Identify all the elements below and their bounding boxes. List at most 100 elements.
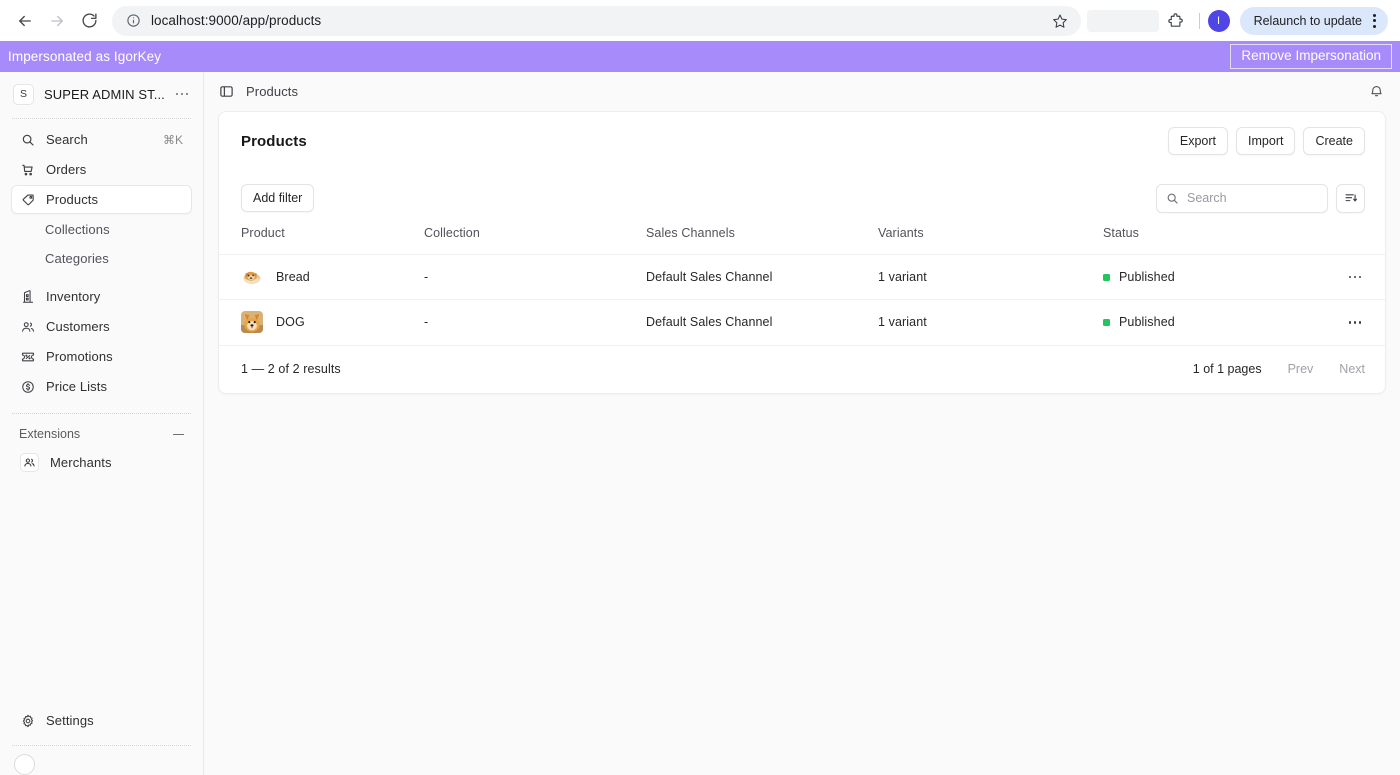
search-icon	[20, 132, 35, 147]
status-badge-dot	[1103, 318, 1110, 326]
sidebar-item-orders[interactable]: Orders	[11, 155, 192, 184]
row-menu-icon[interactable]	[1325, 321, 1385, 324]
sidebar-item-collections[interactable]: Collections	[11, 215, 192, 243]
bell-icon[interactable]	[1368, 84, 1384, 100]
sidebar-item-promotions[interactable]: Promotions	[11, 342, 192, 371]
cell-collection: -	[424, 254, 646, 300]
column-header-actions	[1325, 226, 1385, 255]
table-header-row: Product Collection Sales Channels Varian…	[219, 226, 1385, 255]
sidebar-item-label: Merchants	[50, 455, 112, 470]
sidebar: S SUPER ADMIN ST... Search ⌘K Orders Pro…	[0, 72, 204, 775]
store-switcher[interactable]: S SUPER ADMIN ST...	[11, 75, 192, 113]
cell-product: DOG	[219, 299, 424, 345]
row-menu-icon[interactable]	[1325, 275, 1385, 279]
search-shortcut: ⌘K	[162, 132, 183, 147]
relaunch-to-update-button[interactable]: Relaunch to update	[1239, 6, 1388, 35]
cell-product: Bread	[219, 254, 424, 300]
status-label: Published	[1119, 270, 1175, 284]
toolbar-divider	[1198, 12, 1200, 29]
users-icon	[20, 319, 35, 334]
sidebar-item-inventory[interactable]: Inventory	[11, 282, 192, 311]
address-bar[interactable]: localhost:9000/app/products	[112, 5, 1081, 36]
puzzle-icon[interactable]	[1161, 6, 1191, 36]
info-circle-icon[interactable]	[124, 12, 142, 30]
page-count: 1 of 1 pages	[1192, 362, 1262, 376]
pagination: 1 of 1 pages Prev Next	[1193, 362, 1365, 376]
import-button[interactable]: Import	[1236, 127, 1296, 155]
sidebar-item-customers[interactable]: Customers	[11, 312, 192, 341]
sidebar-item-label: Inventory	[46, 289, 101, 304]
cell-variants: 1 variant	[878, 299, 1103, 345]
table-toolbar: Add filter	[219, 170, 1385, 226]
table-row[interactable]: Bread - Default Sales Channel 1 variant …	[219, 254, 1385, 300]
sidebar-item-price-lists[interactable]: Price Lists	[11, 372, 192, 401]
cell-sales-channels: Default Sales Channel	[646, 299, 878, 345]
cell-collection: -	[424, 299, 646, 345]
status-badge-dot	[1103, 273, 1110, 281]
browser-toolbar: localhost:9000/app/products I Relaunch t…	[0, 0, 1400, 41]
table-body: Bread - Default Sales Channel 1 variant …	[219, 254, 1385, 345]
star-icon[interactable]	[1051, 12, 1069, 30]
sort-descending-icon[interactable]	[1336, 183, 1365, 213]
table-footer: 1 — 2 of 2 results 1 of 1 pages Prev Nex…	[219, 344, 1385, 393]
cell-sales-channels: Default Sales Channel	[646, 254, 878, 300]
reload-button[interactable]	[74, 6, 104, 36]
cell-status: Published	[1103, 254, 1325, 300]
search-input[interactable]	[1187, 191, 1318, 205]
app-shell: S SUPER ADMIN ST... Search ⌘K Orders Pro…	[0, 72, 1400, 775]
sidebar-toggle-icon[interactable]	[218, 84, 234, 100]
sidebar-item-settings[interactable]: Settings	[11, 706, 192, 735]
card-header: Products Export Import Create	[219, 112, 1385, 170]
sidebar-item-categories[interactable]: Categories	[11, 244, 192, 272]
create-button[interactable]: Create	[1303, 127, 1365, 155]
extensions-label: Extensions	[19, 427, 81, 441]
breadcrumb[interactable]: Products	[246, 84, 298, 99]
merchants-icon	[20, 453, 39, 472]
main-area: Products Products Export Import Create A…	[204, 72, 1400, 775]
sidebar-divider-bottom	[12, 745, 191, 746]
sidebar-item-label: Products	[46, 192, 99, 207]
table-header: Product Collection Sales Channels Varian…	[219, 226, 1385, 255]
content-region: Products Export Import Create Add filter	[204, 111, 1400, 394]
browser-actions: I Relaunch to update	[1086, 6, 1390, 36]
tag-icon	[20, 192, 35, 207]
blank-toolbar-slot	[1086, 9, 1159, 32]
search-icon	[1166, 192, 1179, 205]
search-field[interactable]	[1156, 183, 1328, 213]
address-bar-url: localhost:9000/app/products	[151, 13, 322, 28]
sidebar-item-label: Price Lists	[46, 379, 108, 394]
sidebar-item-merchants[interactable]: Merchants	[11, 448, 192, 477]
sidebar-item-label: Search	[46, 132, 88, 147]
prev-page-button[interactable]: Prev	[1288, 362, 1314, 376]
back-button[interactable]	[10, 6, 40, 36]
add-filter-button[interactable]: Add filter	[241, 184, 315, 212]
store-avatar: S	[13, 83, 34, 105]
forward-button[interactable]	[42, 6, 72, 36]
profile-avatar[interactable]: I	[1207, 9, 1230, 32]
minus-icon[interactable]	[173, 433, 184, 435]
table-row[interactable]: DOG - Default Sales Channel 1 variant Pu…	[219, 299, 1385, 345]
sidebar-item-label: Customers	[46, 319, 110, 334]
export-button[interactable]: Export	[1167, 127, 1229, 155]
page-title: Products	[241, 132, 307, 150]
extensions-section-header[interactable]: Extensions	[11, 420, 192, 448]
status-label: Published	[1119, 315, 1175, 330]
three-dots-vertical-icon[interactable]	[1366, 13, 1382, 28]
sidebar-item-products[interactable]: Products	[11, 185, 192, 214]
sidebar-footer: Settings	[11, 706, 192, 775]
next-page-button[interactable]: Next	[1339, 362, 1365, 376]
user-avatar[interactable]	[14, 754, 35, 775]
remove-impersonation-button[interactable]: Remove Impersonation	[1230, 44, 1392, 69]
impersonation-banner: Impersonated as IgorKey Remove Impersona…	[0, 41, 1400, 72]
impersonation-text: Impersonated as IgorKey	[8, 49, 162, 64]
cell-actions	[1325, 254, 1385, 300]
sidebar-item-search[interactable]: Search ⌘K	[11, 125, 192, 154]
three-dots-icon[interactable]	[175, 92, 193, 96]
gear-icon	[20, 713, 35, 728]
cell-status: Published	[1103, 299, 1325, 345]
sidebar-item-label: Settings	[46, 713, 94, 728]
products-table: Product Collection Sales Channels Varian…	[219, 226, 1385, 345]
toolbar-right	[1156, 183, 1365, 213]
cell-variants: 1 variant	[878, 254, 1103, 300]
